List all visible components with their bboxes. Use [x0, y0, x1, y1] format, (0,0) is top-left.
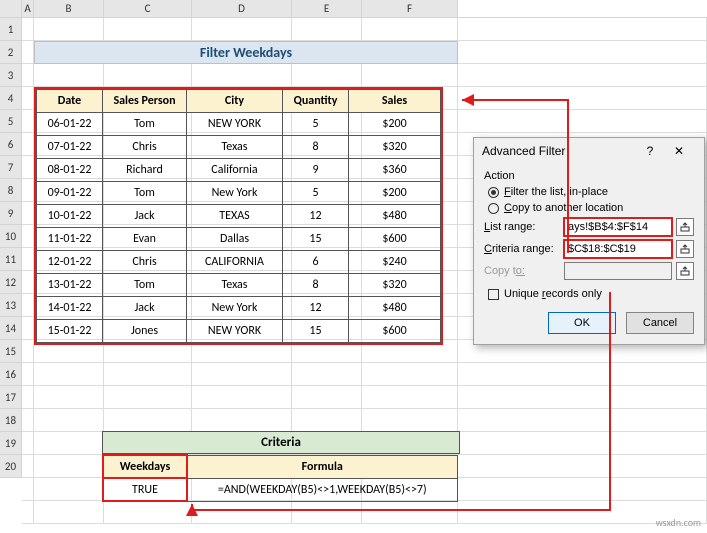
annotation-arrows [0, 0, 707, 533]
watermark: wsxdn.com [656, 516, 701, 529]
